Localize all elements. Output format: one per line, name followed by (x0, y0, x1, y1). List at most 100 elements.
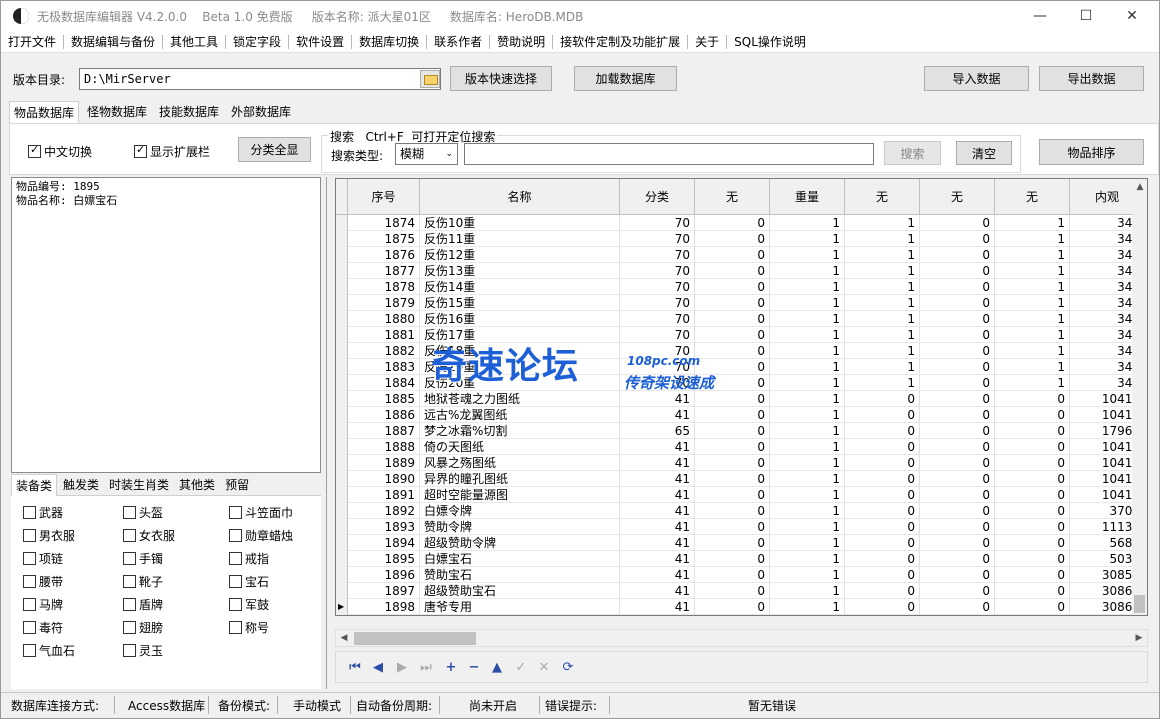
cell-col-name[interactable]: 反伤10重 (420, 215, 620, 231)
cell-col-seq[interactable]: 1875 (348, 231, 420, 247)
cell-col-category[interactable]: 70 (620, 311, 695, 327)
close-button[interactable]: ✕ (1109, 1, 1155, 31)
cell-col-weight[interactable]: 1 (770, 311, 845, 327)
cell-col-none-3[interactable]: 0 (920, 583, 995, 599)
cell-col-none-4[interactable]: 1 (995, 311, 1070, 327)
cell-col-weight[interactable]: 1 (770, 599, 845, 615)
cell-col-category[interactable]: 41 (620, 391, 695, 407)
cat-gem-checkbox[interactable]: 宝石 (229, 573, 269, 590)
cell-col-none-1[interactable]: 0 (695, 295, 770, 311)
menu-sql-help[interactable]: SQL操作说明 (727, 31, 813, 53)
cell-col-category[interactable]: 70 (620, 359, 695, 375)
cell-col-weight[interactable]: 1 (770, 455, 845, 471)
maximize-button[interactable]: ☐ (1063, 1, 1109, 31)
cell-col-none-3[interactable]: 0 (920, 215, 995, 231)
header-col-seq[interactable]: 序号 (348, 179, 420, 215)
cell-col-weight[interactable]: 1 (770, 263, 845, 279)
cell-col-none-4[interactable]: 1 (995, 215, 1070, 231)
cell-col-none-4[interactable]: 1 (995, 343, 1070, 359)
cell-col-none-2[interactable]: 0 (845, 391, 920, 407)
cell-col-none-2[interactable]: 0 (845, 503, 920, 519)
vertical-scroll-thumb[interactable] (1134, 595, 1145, 613)
cell-col-category[interactable]: 70 (620, 375, 695, 391)
horizontal-scroll-thumb[interactable] (354, 632, 476, 645)
cell-col-name[interactable]: 反伤12重 (420, 247, 620, 263)
cell-col-category[interactable]: 41 (620, 583, 695, 599)
table-row[interactable]: 1874 反伤10重 70 0 1 1 0 1 346 (336, 215, 1145, 231)
post-record-icon[interactable]: ✓ (512, 659, 530, 677)
tab-fashion-zodiac[interactable]: 时装生肖类 (105, 474, 173, 496)
cell-col-none-3[interactable]: 0 (920, 599, 995, 615)
cell-col-name[interactable]: 赞助宝石 (420, 567, 620, 583)
cell-col-none-4[interactable]: 0 (995, 551, 1070, 567)
cell-col-none-3[interactable]: 0 (920, 231, 995, 247)
cell-col-weight[interactable]: 1 (770, 327, 845, 343)
row-indicator[interactable] (336, 487, 348, 503)
search-button[interactable]: 搜索 (884, 141, 941, 165)
cell-col-seq[interactable]: 1891 (348, 487, 420, 503)
cell-col-none-3[interactable]: 0 (920, 423, 995, 439)
cell-col-none-2[interactable]: 0 (845, 535, 920, 551)
cell-col-none-4[interactable]: 0 (995, 519, 1070, 535)
cell-col-none-3[interactable]: 0 (920, 327, 995, 343)
table-row[interactable]: 1886 远古%龙翼图纸 41 0 1 0 0 0 10412 (336, 407, 1145, 423)
cell-col-none-3[interactable]: 0 (920, 359, 995, 375)
show-all-categories-button[interactable]: 分类全显 (238, 137, 311, 162)
scroll-left-icon[interactable]: ◀ (336, 630, 352, 646)
next-record-icon[interactable]: ▶ (393, 659, 411, 677)
cell-col-none-4[interactable]: 1 (995, 231, 1070, 247)
load-db-button[interactable]: 加载数据库 (574, 66, 677, 91)
row-indicator[interactable] (336, 343, 348, 359)
cell-col-none-1[interactable]: 0 (695, 471, 770, 487)
cell-col-category[interactable]: 41 (620, 599, 695, 615)
table-row[interactable]: 1882 反伤18重 70 0 1 1 0 1 346 (336, 343, 1145, 359)
cat-poison-talisman-checkbox[interactable]: 毒符 (23, 619, 63, 636)
menu-sponsor[interactable]: 赞助说明 (490, 31, 552, 53)
cell-col-weight[interactable]: 1 (770, 391, 845, 407)
cell-col-none-2[interactable]: 1 (845, 359, 920, 375)
tab-trigger[interactable]: 触发类 (59, 474, 103, 496)
prior-record-icon[interactable]: ◀ (369, 659, 387, 677)
cell-col-seq[interactable]: 1883 (348, 359, 420, 375)
folder-browse-icon[interactable] (420, 70, 440, 88)
cell-col-weight[interactable]: 1 (770, 503, 845, 519)
cell-col-none-1[interactable]: 0 (695, 247, 770, 263)
grid-vertical-scrollbar[interactable]: ▲ (1132, 178, 1148, 616)
cell-col-weight[interactable]: 1 (770, 439, 845, 455)
cell-col-none-1[interactable]: 0 (695, 567, 770, 583)
cell-col-name[interactable]: 风暴之殇图纸 (420, 455, 620, 471)
cell-col-none-2[interactable]: 0 (845, 567, 920, 583)
cat-necklace-checkbox[interactable]: 项链 (23, 550, 63, 567)
cell-col-weight[interactable]: 1 (770, 231, 845, 247)
cell-col-none-4[interactable]: 0 (995, 583, 1070, 599)
cell-col-none-2[interactable]: 0 (845, 439, 920, 455)
cat-horse-token-checkbox[interactable]: 马牌 (23, 596, 63, 613)
cell-col-seq[interactable]: 1895 (348, 551, 420, 567)
cell-col-none-1[interactable]: 0 (695, 391, 770, 407)
cell-col-none-2[interactable]: 0 (845, 487, 920, 503)
cell-col-none-2[interactable]: 1 (845, 247, 920, 263)
cell-col-weight[interactable]: 1 (770, 375, 845, 391)
header-col-name[interactable]: 名称 (420, 179, 620, 215)
row-indicator[interactable] (336, 391, 348, 407)
cell-col-none-4[interactable]: 0 (995, 439, 1070, 455)
cat-female-armor-checkbox[interactable]: 女衣服 (123, 527, 175, 544)
table-row[interactable]: 1893 赞助令牌 41 0 1 0 0 0 11138 (336, 519, 1145, 535)
dir-input[interactable]: D:\MirServer (79, 68, 441, 90)
minimize-button[interactable]: — (1017, 1, 1063, 31)
menu-other-tools[interactable]: 其他工具 (163, 31, 225, 53)
cell-col-none-1[interactable]: 0 (695, 343, 770, 359)
table-row[interactable]: 1880 反伤16重 70 0 1 1 0 1 346 (336, 311, 1145, 327)
cell-col-none-1[interactable]: 0 (695, 423, 770, 439)
cell-col-none-4[interactable]: 1 (995, 327, 1070, 343)
header-col-none-2[interactable]: 无 (845, 179, 920, 215)
cell-col-none-4[interactable]: 0 (995, 391, 1070, 407)
cell-col-none-2[interactable]: 0 (845, 599, 920, 615)
row-indicator[interactable] (336, 247, 348, 263)
row-indicator[interactable] (336, 359, 348, 375)
cell-col-weight[interactable]: 1 (770, 567, 845, 583)
cell-col-name[interactable]: 梦之冰霜%切割 (420, 423, 620, 439)
row-indicator[interactable] (336, 231, 348, 247)
cell-col-none-1[interactable]: 0 (695, 599, 770, 615)
table-row[interactable]: 1877 反伤13重 70 0 1 1 0 1 346 (336, 263, 1145, 279)
